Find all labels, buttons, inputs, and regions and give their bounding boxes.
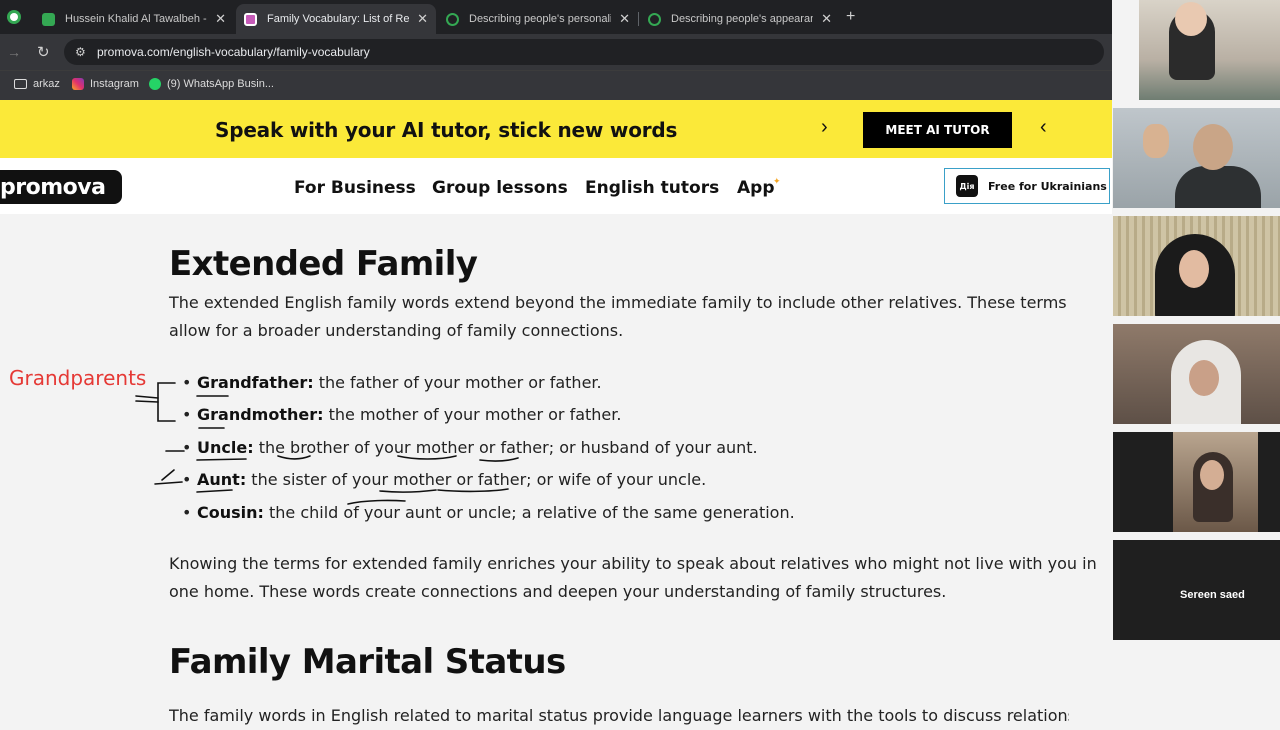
participant-tile[interactable] <box>1113 432 1280 532</box>
participant-face <box>1193 124 1233 170</box>
video-call-panel: Sereen saed <box>1112 0 1280 720</box>
participant-face <box>1189 360 1219 396</box>
participant-video-inset <box>1173 432 1258 532</box>
participant-tile[interactable] <box>1113 324 1280 424</box>
participant-hand <box>1143 124 1169 158</box>
participant-tile[interactable]: Sereen saed <box>1113 540 1280 640</box>
participant-tile[interactable] <box>1113 108 1280 208</box>
annotation-drawing <box>135 382 519 505</box>
participant-figure <box>1175 166 1261 208</box>
participant-face <box>1175 2 1207 36</box>
participant-tile[interactable] <box>1113 216 1280 316</box>
participant-face <box>1179 250 1209 288</box>
participant-name: Sereen saed <box>1180 589 1245 601</box>
participant-tile[interactable] <box>1139 0 1280 100</box>
